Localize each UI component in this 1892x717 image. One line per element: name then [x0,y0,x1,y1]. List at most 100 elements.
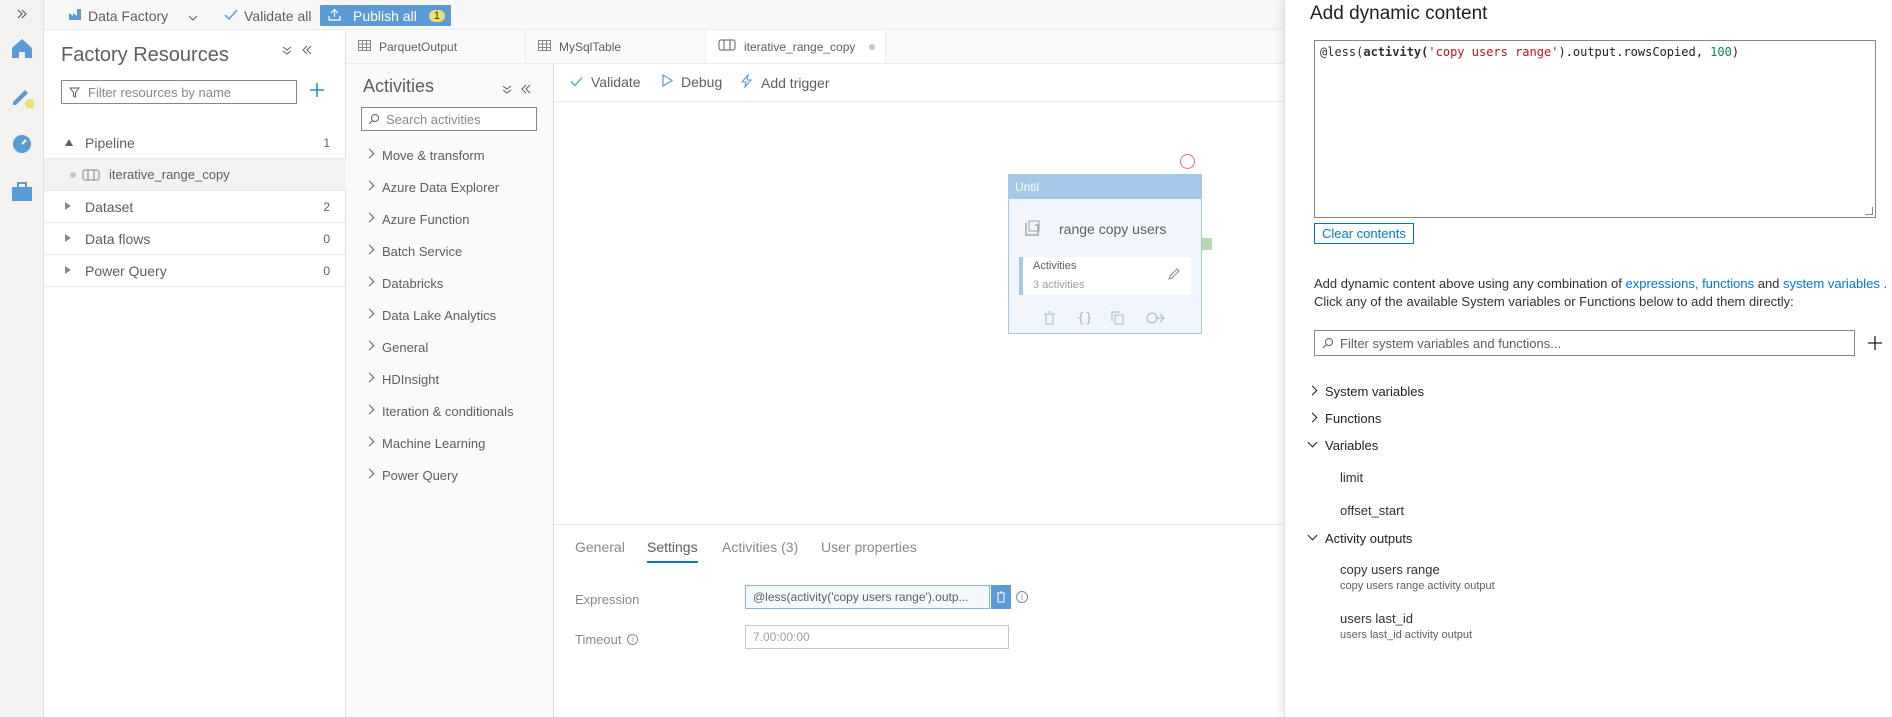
pipeline-item-iterative-range-copy[interactable]: iterative_range_copy [44,159,346,191]
home-icon[interactable] [6,32,38,64]
pipeline-canvas[interactable]: Validate Debug Add trigger Until range c… [554,64,1284,526]
tab-user-properties[interactable]: User properties [821,539,917,555]
edit-pencil-icon[interactable] [1167,267,1181,284]
expr-token: activity( [1363,45,1429,59]
tab-parquetoutput[interactable]: ParquetOutput [346,30,526,63]
activity-output-copy-users-range[interactable]: copy users range copy users range activi… [1340,562,1495,592]
tab-general[interactable]: General [575,539,625,555]
copy-icon[interactable] [1111,311,1124,330]
collapse-panel-icon[interactable] [302,42,312,60]
tab-settings[interactable]: Settings [647,539,698,563]
expanded-triangle-icon [65,139,73,146]
variable-item-offset-start[interactable]: offset_start [1340,503,1404,518]
activity-category-item[interactable]: Machine Learning [346,431,554,455]
expression-editor[interactable]: @less(activity('copy users range').outpu… [1314,40,1876,218]
code-braces-icon[interactable]: {} [1077,311,1093,326]
tab-mysqltable[interactable]: MySqlTable [526,30,706,63]
info-icon[interactable]: i [1016,591,1028,603]
timeout-input[interactable]: 7.00:00:00 [745,625,1009,649]
publish-all-button[interactable]: Publish all 1 [320,5,451,26]
validate-all-label: Validate all [244,7,312,24]
activity-category-item[interactable]: Iteration & conditionals [346,399,554,423]
collapsed-triangle-icon [65,202,71,210]
table-icon [538,39,551,54]
section-variables[interactable]: Variables [1307,437,1379,453]
resource-dataset[interactable]: Dataset 2 [44,191,346,223]
inner-activities-box[interactable]: Activities 3 activities [1019,257,1191,295]
clear-expression-icon[interactable] [991,585,1011,609]
activity-category-item[interactable]: Databricks [346,271,554,295]
monitor-icon[interactable] [6,128,38,160]
add-trigger-button[interactable]: Add trigger [740,73,830,91]
table-icon [358,39,371,54]
activity-category-item[interactable]: Azure Data Explorer [346,175,554,199]
info-icon[interactable]: i [627,634,639,645]
filter-system-variables-input[interactable]: Filter system variables and functions... [1314,330,1855,356]
delete-icon[interactable] [1043,311,1056,330]
activity-category-item[interactable]: General [346,335,554,359]
activity-category-label: Azure Data Explorer [382,179,500,195]
chevron-right-icon [364,372,375,383]
section-functions[interactable]: Functions [1307,411,1381,426]
activity-category-item[interactable]: Power Query [346,463,554,487]
output-description: users last_id activity output [1340,629,1473,641]
activity-category-label: Move & transform [382,147,485,163]
resource-power-query[interactable]: Power Query 0 [44,255,346,287]
connect-arrow-icon[interactable] [1145,311,1165,330]
properties-panel: General Settings Activities (3) User pro… [554,524,1284,717]
validate-button[interactable]: Validate [570,74,641,90]
activity-category-item[interactable]: Data Lake Analytics [346,303,554,327]
expand-rail-icon[interactable] [6,4,38,24]
section-activity-outputs[interactable]: Activity outputs [1307,530,1412,546]
timeout-label: Timeout [575,632,622,647]
debug-button[interactable]: Debug [662,73,722,90]
add-trigger-label: Add trigger [761,74,830,91]
until-activity-node[interactable]: Until range copy users Activities 3 acti… [1008,174,1202,334]
until-activity-name: range copy users [1059,221,1167,237]
add-resource-icon[interactable] [309,82,325,103]
loop-icon [1023,220,1041,243]
validate-label: Validate [591,74,641,90]
expr-string-token: 'copy users range' [1428,45,1559,59]
tab-activities[interactable]: Activities (3) [722,539,798,555]
unsaved-dot-icon [869,43,876,50]
system-variables-link[interactable]: system variables [1783,276,1880,291]
activity-category-label: Data Lake Analytics [382,307,497,323]
resize-grip-icon[interactable] [1865,207,1873,215]
activity-category-item[interactable]: Move & transform [346,143,554,167]
activity-category-item[interactable]: Azure Function [346,207,554,231]
chevron-down-icon [1307,437,1318,448]
publish-count-badge: 1 [428,9,445,22]
chevron-right-icon [364,340,375,351]
activity-category-item[interactable]: Batch Service [346,239,554,263]
collapsed-triangle-icon [65,266,71,274]
section-system-variables[interactable]: System variables [1307,384,1424,399]
expr-number-token: 100 [1710,45,1732,59]
tab-iterative-range-copy[interactable]: iterative_range_copy [706,30,886,63]
help-text: Add dynamic content above using any comb… [1314,276,1626,291]
resource-data-flows[interactable]: Data flows 0 [44,223,346,255]
activities-search-input[interactable]: Search activities [361,107,537,131]
output-port-handle[interactable] [1202,238,1212,250]
activity-output-users-last-id[interactable]: users last_id users last_id activity out… [1340,611,1472,641]
clear-contents-button[interactable]: Clear contents [1314,223,1414,244]
validate-check-icon [570,74,583,90]
validate-all-button[interactable]: Validate all [224,5,311,26]
collapse-panel-icon[interactable] [521,81,531,99]
collapse-all-icon[interactable] [282,42,292,60]
tab-label: MySqlTable [559,39,622,54]
manage-toolbox-icon[interactable] [6,176,38,208]
resources-filter-input[interactable]: Filter resources by name [61,80,297,104]
variable-item-limit[interactable]: limit [1340,470,1363,485]
activity-category-item[interactable]: HDInsight [346,367,554,391]
expr-token: @less( [1320,45,1364,59]
resource-count: 0 [323,263,330,278]
resource-pipeline[interactable]: Pipeline 1 [44,127,346,159]
factory-selector[interactable]: Data Factory [68,5,198,26]
expressions-functions-link[interactable]: expressions, functions [1625,276,1754,291]
author-pencil-icon[interactable] [6,80,38,112]
collapse-all-icon[interactable] [502,81,512,99]
add-icon[interactable] [1867,335,1883,356]
section-label: Variables [1325,438,1379,453]
expression-field[interactable]: @less(activity('copy users range').outp.… [745,585,990,609]
